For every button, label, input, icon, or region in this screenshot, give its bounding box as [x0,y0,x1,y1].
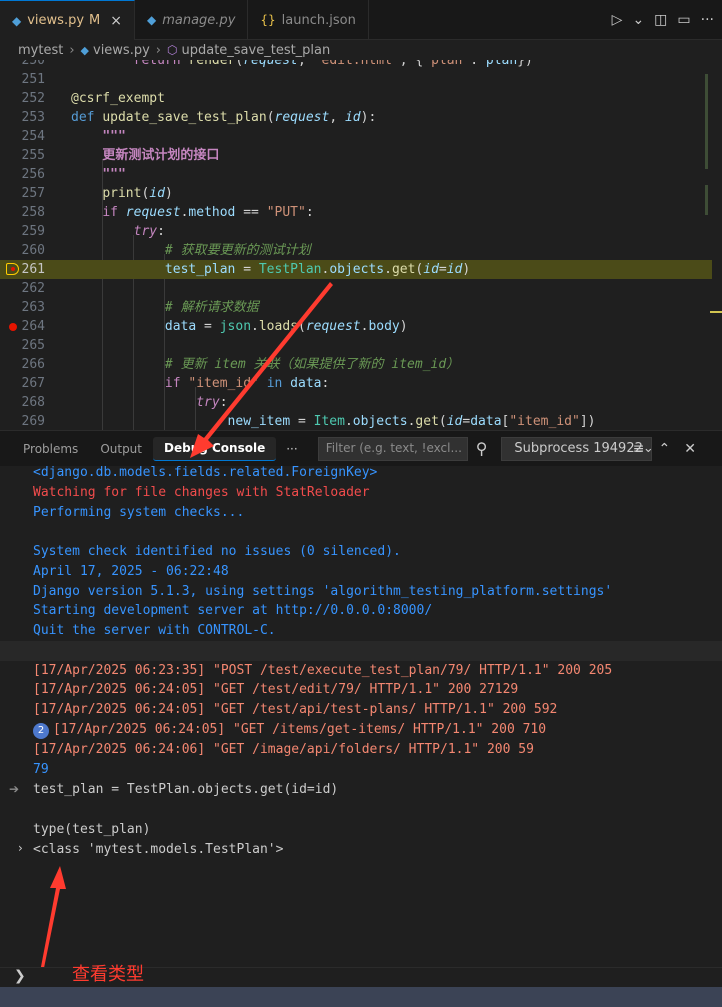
search-icon[interactable]: ⚲ [476,439,488,458]
python-file-icon: ◆ [80,43,89,57]
code-line: 258 if request.method == "PUT": [21,205,314,220]
console-line: 79 [33,762,49,777]
clear-console-icon[interactable]: ≡ [633,441,645,457]
tab-manage-py[interactable]: ◆ manage.py [135,0,249,40]
chevron-right-icon: › [155,42,161,58]
console-line: System check identified no issues (0 sil… [33,544,401,559]
console-line: [17/Apr/2025 06:24:06] "GET /image/api/f… [33,742,534,757]
console-line: [17/Apr/2025 06:24:05] "GET /test/edit/7… [33,682,519,697]
console-line: Performing system checks... [33,505,245,520]
tab-views-py[interactable]: ◆ views.py M × [0,0,135,40]
code-line: 254 """ [21,129,126,144]
tab-label: manage.py [162,12,236,28]
current-line: 261 test_plan = TestPlan.objects.get(id=… [0,260,712,279]
python-file-icon: ◆ [12,13,22,28]
minimap-slider[interactable] [705,185,708,215]
code-line: 255 更新测试计划的接口 [21,148,220,163]
breadcrumb-folder[interactable]: mytest [18,43,63,58]
close-icon[interactable]: ✕ [684,441,696,457]
console-line: Watching for file changes with StatReloa… [33,485,370,500]
tab-label: views.py [27,13,85,28]
annotation-text: 查看类型 [72,964,144,985]
code-line: 266 # 更新 item 关联（如果提供了新的 item_id） [21,357,460,372]
subprocess-label: Subprocess 194922 [514,440,643,456]
layout-icon[interactable]: ▭ [677,12,690,28]
console-separator [0,641,722,661]
code-line: 260 # 获取要更新的测试计划 [21,243,311,258]
console-line: [17/Apr/2025 06:23:35] "POST /test/execu… [33,663,613,678]
code-line: 262 [21,281,45,296]
code-line: 265 [21,338,45,353]
code-line: 252 @csrf_exempt [21,91,165,106]
subprocess-select[interactable]: Subprocess 194922 ⌄ [501,436,653,461]
chevron-up-icon[interactable]: ⌃ [659,441,671,457]
minimap-slider[interactable] [705,74,708,169]
console-line: Quit the server with CONTROL-C. [33,623,276,638]
modified-indicator: M [89,13,101,28]
console-line: April 17, 2025 - 06:22:48 [33,564,229,579]
console-result[interactable]: <class 'mytest.models.TestPlan'> [33,840,283,860]
code-line: 251 [21,72,45,87]
more-icon[interactable]: ··· [701,12,714,28]
tab-label: launch.json [281,12,356,28]
code-line: 259 try: [21,224,165,239]
code-line: 268 try: [21,395,228,410]
repeat-count-badge: 2 [33,723,49,739]
tab-problems[interactable]: Problems [0,431,89,467]
status-bar [0,987,722,1007]
editor-actions: ▷ ⌄ ◫ ▭ ··· [612,0,714,40]
console-line: Starting development server at http://0.… [33,603,433,618]
prompt-icon: ❯ [14,968,26,984]
code-line: 250 return render(request, 'edit.html', … [21,60,533,68]
breadcrumb-symbol[interactable]: update_save_test_plan [181,43,330,58]
tab-output[interactable]: Output [89,431,153,467]
function-icon: ⬡ [167,43,178,57]
console-input: test_plan = TestPlan.objects.get(id=id) [33,782,339,797]
code-line: 257 print(id) [21,186,173,201]
panel-actions: ≡ ⌃ ✕ [633,431,696,467]
split-editor-icon[interactable]: ◫ [654,12,667,28]
filter-input[interactable]: Filter (e.g. text, !excl... [317,436,468,461]
code-line: 264 data = json.loads(request.body) [0,317,712,336]
annotation-arrow [40,866,66,967]
console-line: Django version 5.1.3, using settings 'al… [33,584,613,599]
scrollbar-marker [710,311,722,313]
code-line: 263 # 解析请求数据 [21,300,259,315]
tab-launch-json[interactable]: {} launch.json [248,0,369,40]
code-line: 256 """ [21,167,126,182]
console-line: [17/Apr/2025 06:24:05] "GET /items/get-i… [53,722,547,737]
code-editor[interactable]: 250 return render(request, 'edit.html', … [0,60,722,430]
code-line: 267 if "item_id" in data: [21,376,330,391]
editor-tab-bar: ◆ views.py M × ◆ manage.py {} launch.jso… [0,0,722,40]
chevron-right-icon: › [69,42,75,58]
json-file-icon: {} [260,13,276,27]
input-arrow-icon: ➔ [9,782,20,796]
close-icon[interactable]: × [110,13,122,29]
breadcrumb: mytest › ◆ views.py › ⬡ update_save_test… [0,40,722,60]
run-debug-icon[interactable]: ▷ [612,12,623,28]
console-input: type(test_plan) [33,822,151,837]
panel-tab-bar: Problems Output Debug Console ··· Filter… [0,430,722,466]
code-line: 269 new_item = Item.objects.get(id=data[… [21,414,596,429]
annotation-arrow [190,282,333,458]
breadcrumb-file[interactable]: views.py [93,43,150,58]
console-line: [17/Apr/2025 06:24:05] "GET /test/api/te… [33,702,558,717]
code-line: 253 def update_save_test_plan(request, id… [21,110,377,125]
python-file-icon: ◆ [146,13,157,27]
chevron-right-icon[interactable]: › [18,841,23,855]
debug-console-output[interactable]: <django.db.models.fields.related.Foreign… [0,466,722,967]
chevron-down-icon[interactable]: ⌄ [632,12,644,28]
